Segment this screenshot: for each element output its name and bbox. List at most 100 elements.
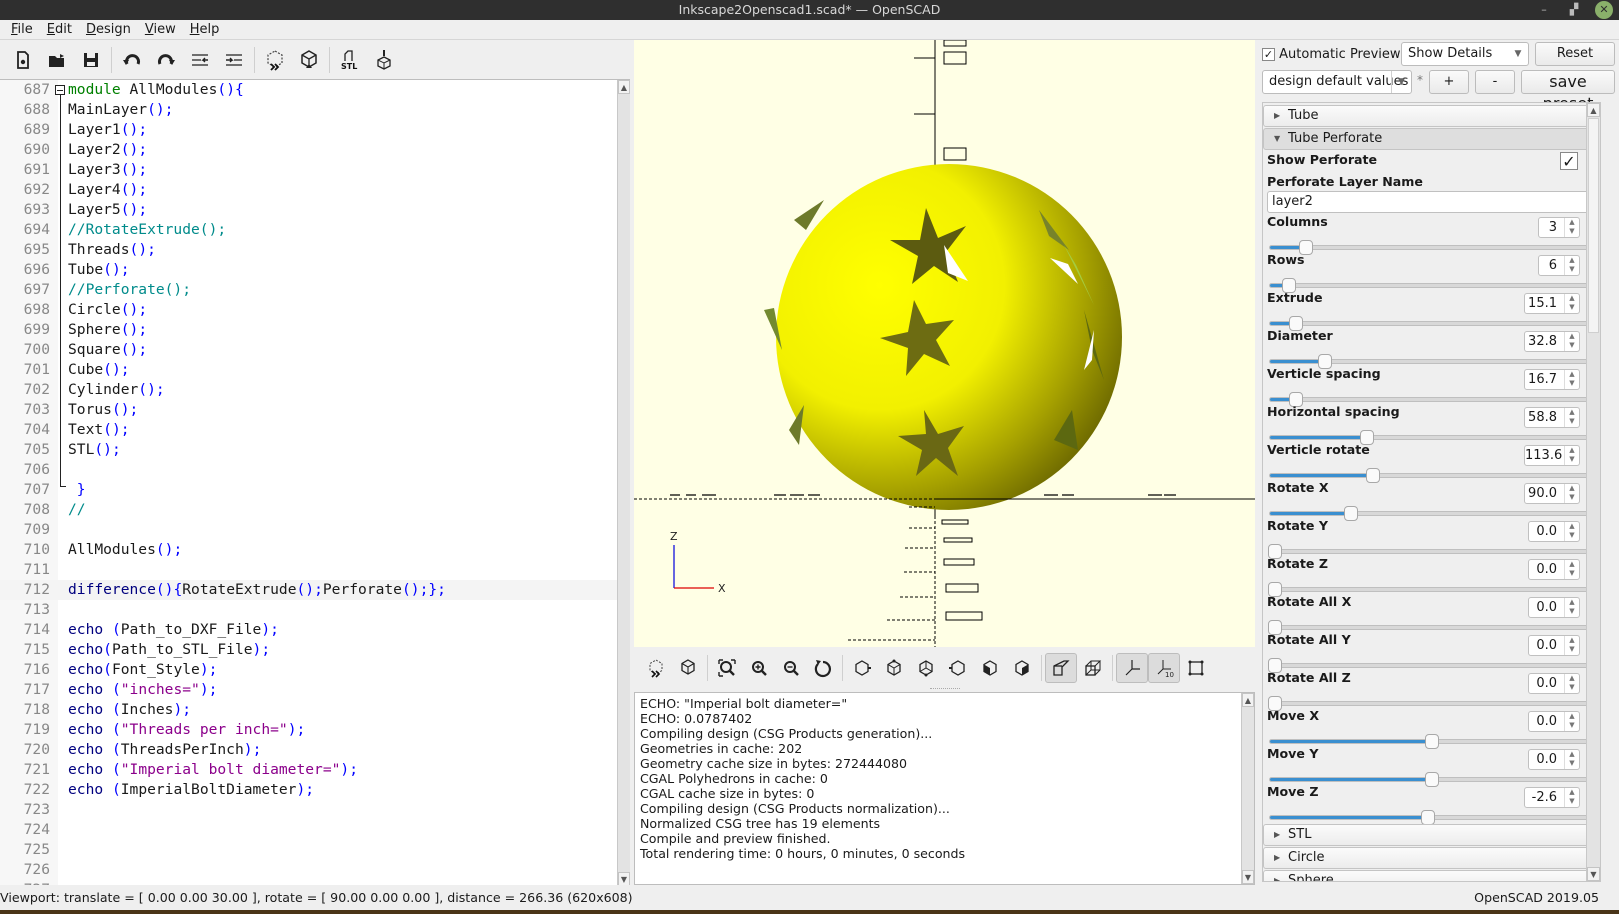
spin-arrows-icon[interactable]: ▲ ▼ [1564,674,1579,693]
move-z-slider[interactable] [1269,810,1594,825]
fold-toggle-icon[interactable] [55,85,65,95]
move-x-spinbox[interactable]: 0.0 ▲ ▼ [1528,711,1580,732]
code-line[interactable]: 705 STL(); [0,440,617,460]
rotate-x-slider[interactable] [1269,506,1594,521]
reset-button[interactable]: Reset [1535,42,1615,66]
export-stl-button[interactable]: STL [333,45,367,75]
spin-arrows-icon[interactable]: ▲ ▼ [1564,750,1579,769]
extrude-slider[interactable] [1269,316,1594,331]
spin-arrows-icon[interactable]: ▲ ▼ [1564,446,1579,465]
section-stl[interactable]: ▶ STL [1263,824,1600,846]
redo-button[interactable] [149,45,183,75]
section-sphere[interactable]: ▶ Sphere [1263,870,1600,881]
new-file-button[interactable] [6,45,40,75]
code-line[interactable]: 719 echo ("Threads per inch="); [0,720,617,740]
code-line[interactable]: 700 Square(); [0,340,617,360]
menu-help[interactable]: Help [183,20,227,39]
save-preset-button[interactable]: save preset [1521,70,1615,113]
code-line[interactable]: 716 echo(Font_Style); [0,660,617,680]
code-line[interactable]: 707 } [0,480,617,500]
code-line[interactable]: 715 echo(Path_to_STL_File); [0,640,617,660]
code-line[interactable]: 688 MainLayer(); [0,100,617,120]
code-line[interactable]: 697 //Perforate(); [0,280,617,300]
slider-handle[interactable] [1424,734,1439,749]
code-line[interactable]: 702 Cylinder(); [0,380,617,400]
rotate-all-y-slider[interactable] [1268,658,1594,673]
remove-preset-button[interactable]: - [1475,70,1515,94]
code-line[interactable]: 691 Layer3(); [0,160,617,180]
code-line[interactable]: 689 Layer1(); [0,120,617,140]
scrollbar-thumb[interactable] [1588,118,1599,333]
slider-handle[interactable] [1424,772,1439,787]
scroll-down-icon[interactable]: ▼ [1587,867,1600,881]
spin-arrows-icon[interactable]: ▲ ▼ [1564,370,1579,389]
open-file-button[interactable] [40,45,74,75]
code-line[interactable]: 713 [0,600,617,620]
parameter-scrollbar[interactable]: ▲ ▼ [1586,103,1600,881]
diameter-spinbox[interactable]: 32.8 ▲ ▼ [1524,331,1580,352]
editor-scrollbar[interactable]: ▲ ▼ [617,80,630,885]
code-line[interactable]: 690 Layer2(); [0,140,617,160]
spin-arrows-icon[interactable]: ▲ ▼ [1564,788,1579,807]
perforate-layer-name-input[interactable]: layer2 [1267,191,1592,213]
code-line[interactable]: 709 [0,520,617,540]
rotate-z-slider[interactable] [1268,582,1594,597]
code-line[interactable]: 726 [0,860,617,880]
spin-arrows-icon[interactable]: ▲ ▼ [1564,560,1579,579]
scroll-up-icon[interactable]: ▲ [1587,103,1600,117]
code-line[interactable]: 692 Layer4(); [0,180,617,200]
code-line[interactable]: 703 Torus(); [0,400,617,420]
rotate-all-x-slider[interactable] [1268,620,1594,635]
view-bottom-button[interactable] [910,653,942,683]
add-preset-button[interactable]: + [1429,70,1469,94]
view-top-button[interactable] [878,653,910,683]
code-line[interactable]: 708 // [0,500,617,520]
spin-arrows-icon[interactable]: ▲ ▼ [1564,294,1579,313]
scroll-down-icon[interactable]: ▼ [618,872,630,885]
rotate-all-z-slider[interactable] [1268,696,1594,711]
menu-edit[interactable]: Edit [40,20,79,39]
spin-arrows-icon[interactable]: ▲ ▼ [1564,218,1579,237]
zoom-in-button[interactable] [743,653,775,683]
minimize-icon[interactable]: – [1535,1,1553,19]
slider-handle[interactable] [1421,810,1436,825]
spin-arrows-icon[interactable]: ▲ ▼ [1564,256,1579,275]
zoom-out-button[interactable] [775,653,807,683]
vt-preview-button[interactable] [640,653,672,683]
unindent-button[interactable] [183,45,217,75]
code-editor[interactable]: 687 module AllModules(){688 MainLayer(); 68… [0,79,630,885]
spin-arrows-icon[interactable]: ▲ ▼ [1564,408,1579,427]
code-line[interactable]: 687 module AllModules(){ [0,80,617,100]
columns-slider[interactable] [1269,240,1594,255]
orthogonal-button[interactable] [1077,653,1109,683]
section-tube-perforate[interactable]: ▼ Tube Perforate [1263,128,1600,150]
columns-spinbox[interactable]: 3 ▲ ▼ [1538,217,1580,238]
code-line[interactable]: 723 [0,800,617,820]
code-line[interactable]: 722 echo (ImperialBoltDiameter); [0,780,617,800]
rotate-z-spinbox[interactable]: 0.0 ▲ ▼ [1528,559,1580,580]
show-scale-markers-button[interactable]: 10 [1148,653,1180,683]
menu-design[interactable]: Design [79,20,138,39]
code-line[interactable]: 693 Layer5(); [0,200,617,220]
code-line[interactable]: 720 echo (ThreadsPerInch); [0,740,617,760]
spin-arrows-icon[interactable]: ▲ ▼ [1564,598,1579,617]
rows-spinbox[interactable]: 6 ▲ ▼ [1538,255,1580,276]
details-select[interactable]: Show Details ▼ [1401,42,1529,66]
code-line[interactable]: 699 Sphere(); [0,320,617,340]
code-line[interactable]: 704 Text(); [0,420,617,440]
spin-arrows-icon[interactable]: ▲ ▼ [1564,522,1579,541]
view-back-button[interactable] [1006,653,1038,683]
scroll-up-icon[interactable]: ▲ [618,80,630,94]
code-line[interactable]: 712 difference(){RotateExtrude();Perforat… [0,580,617,600]
preset-select[interactable]: design default values ▼ [1262,70,1412,94]
show-perforate-checkbox[interactable]: ✓ [1560,152,1578,170]
code-line[interactable]: 725 [0,840,617,860]
extrude-spinbox[interactable]: 15.1 ▲ ▼ [1524,293,1580,314]
scroll-down-icon[interactable]: ▼ [1242,870,1254,884]
maximize-icon[interactable]: ▞ [1565,1,1583,19]
code-line[interactable]: 717 echo ("inches="); [0,680,617,700]
code-line[interactable]: 701 Cube(); [0,360,617,380]
code-line[interactable]: 710 AllModules(); [0,540,617,560]
section-circle[interactable]: ▶ Circle [1263,847,1600,869]
spin-arrows-icon[interactable]: ▲ ▼ [1564,712,1579,731]
